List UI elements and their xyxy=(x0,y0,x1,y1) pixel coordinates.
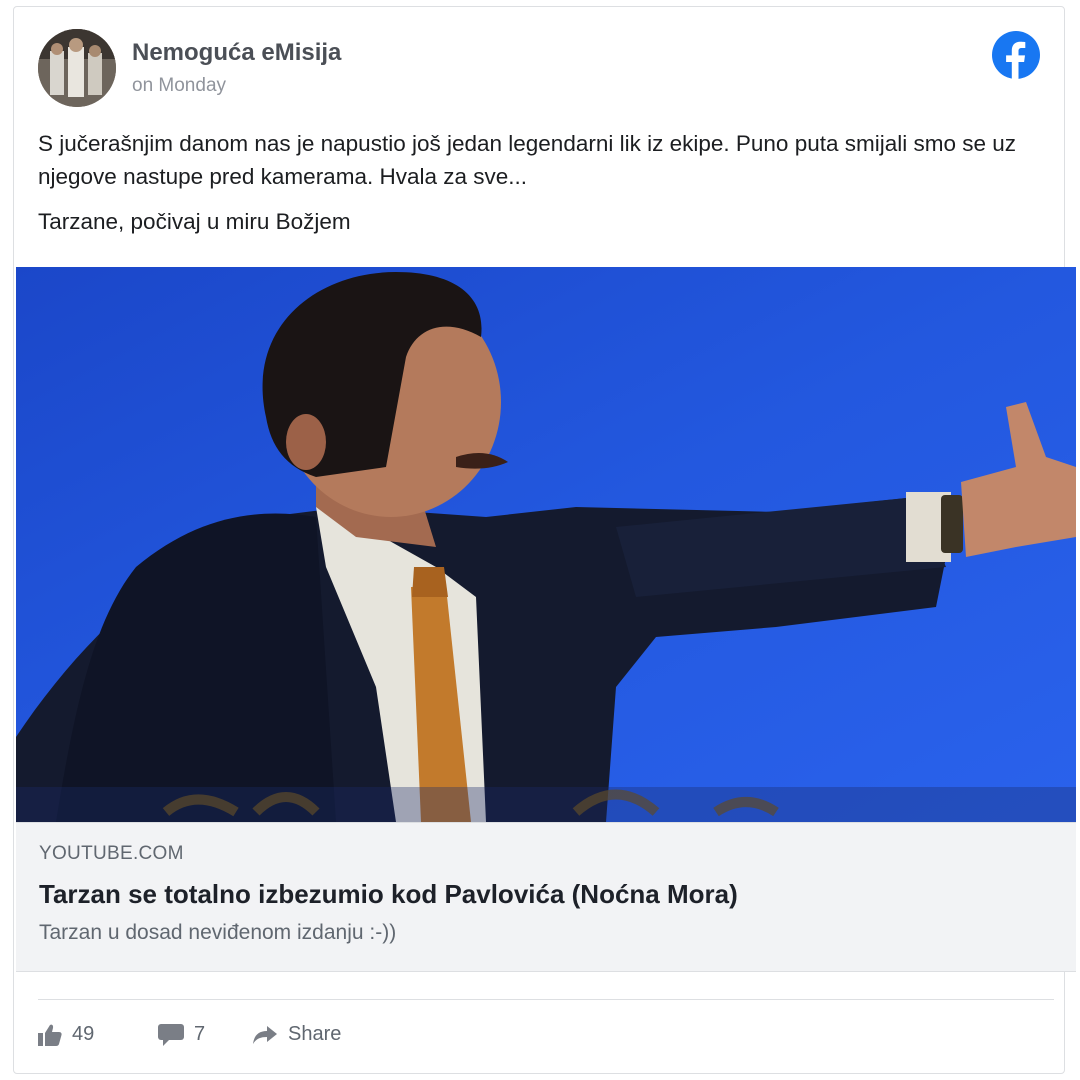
link-preview[interactable]: YOUTUBE.COM Tarzan se totalno izbezumio … xyxy=(16,822,1076,972)
facebook-icon[interactable] xyxy=(992,31,1040,79)
link-description: Tarzan u dosad neviđenom izdanju :-)) xyxy=(39,921,397,944)
video-thumbnail[interactable] xyxy=(16,267,1076,822)
like-button[interactable]: 49 xyxy=(38,1023,94,1046)
video-thumbnail-image xyxy=(16,267,1076,822)
post-header: Nemoguća eMisija on Monday xyxy=(38,29,1040,109)
post-text-line: Tarzane, počivaj u miru Božjem xyxy=(38,209,351,234)
avatar-image xyxy=(38,29,116,107)
post-card: Nemoguća eMisija on Monday S jučerašnjim… xyxy=(13,6,1076,1074)
page-name[interactable]: Nemoguća eMisija xyxy=(132,39,341,67)
post-text-line: S jučerašnjim danom nas je napustio još … xyxy=(38,131,1017,189)
share-button[interactable]: Share xyxy=(252,1023,341,1046)
page-avatar[interactable] xyxy=(38,29,116,107)
thumbs-up-icon xyxy=(38,1024,62,1046)
link-title[interactable]: Tarzan se totalno izbezumio kod Pavlović… xyxy=(39,879,738,910)
share-label: Share xyxy=(288,1023,342,1045)
share-arrow-icon xyxy=(252,1024,278,1046)
post-timestamp[interactable]: on Monday xyxy=(132,75,226,97)
comment-icon xyxy=(158,1023,184,1046)
post-message: S jučerašnjim danom nas je napustio još … xyxy=(38,127,1028,238)
link-domain: YOUTUBE.COM xyxy=(39,843,184,864)
comment-button[interactable]: 7 xyxy=(158,1023,205,1046)
divider xyxy=(38,999,1054,1000)
comment-count: 7 xyxy=(194,1023,206,1045)
like-count: 49 xyxy=(72,1023,95,1045)
